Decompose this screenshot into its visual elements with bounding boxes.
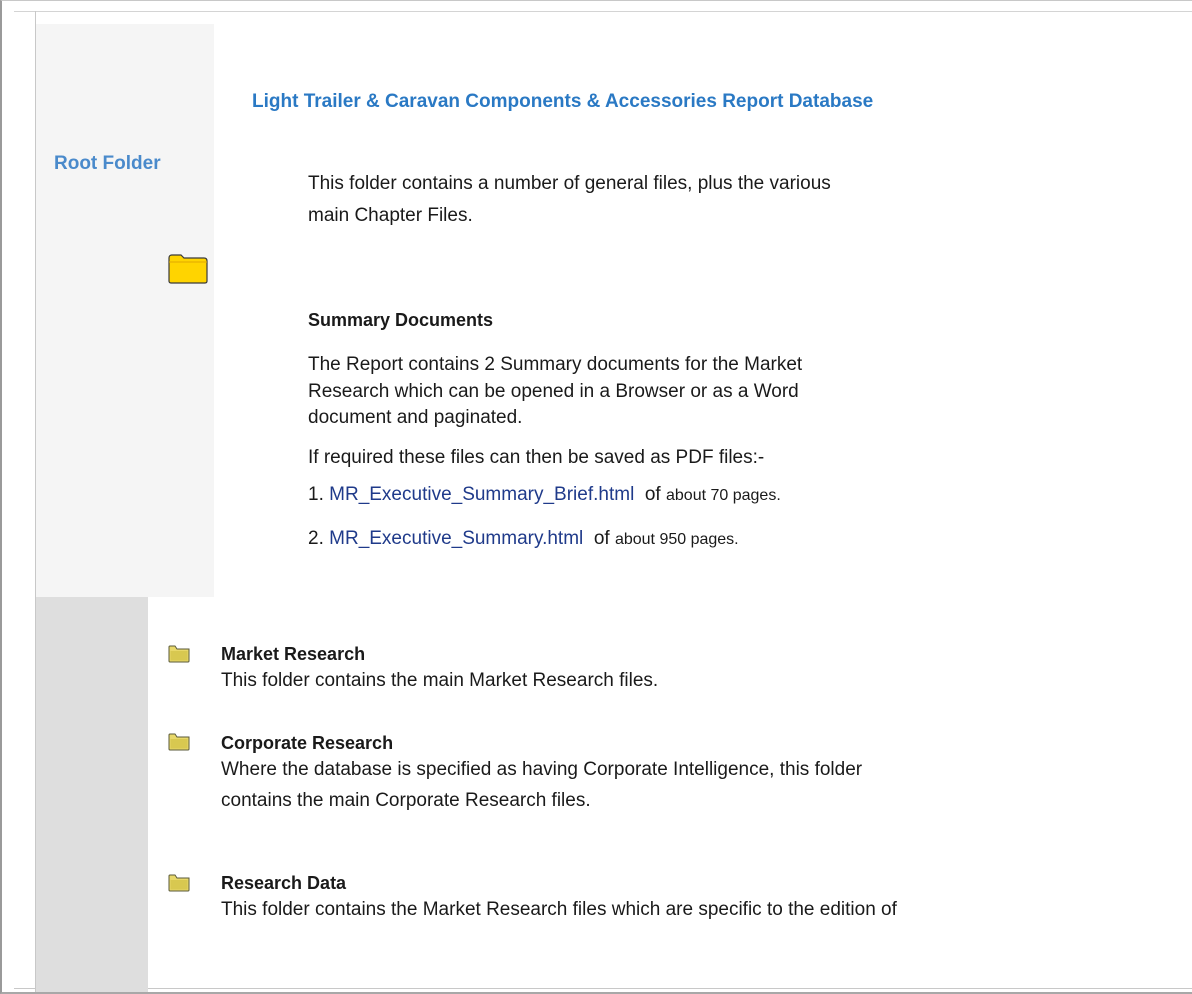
list-item: 1. MR_Executive_Summary_Brief.html of ab… — [308, 484, 781, 506]
page-title: Light Trailer & Caravan Components & Acc… — [252, 91, 874, 112]
corporate-research-desc-line-2: contains the main Corporate Research fil… — [221, 790, 591, 811]
list-item: 2. MR_Executive_Summary.html of about 95… — [308, 528, 739, 550]
folder-icon[interactable] — [168, 645, 190, 663]
page-frame: Root Folder Light Trailer & Caravan Comp… — [0, 0, 1192, 994]
frame-bottom-rule — [14, 988, 1192, 989]
summary-desc-line-1: The Report contains 2 Summary documents … — [308, 354, 803, 375]
list-pages: about 70 pages. — [666, 487, 781, 504]
list-of-word: of — [644, 484, 661, 505]
folder-icon[interactable] — [168, 733, 190, 751]
pdf-note: If required these files can then be save… — [308, 447, 765, 468]
list-number: 1. — [308, 484, 324, 505]
list-of-word: of — [593, 528, 610, 549]
market-research-desc: This folder contains the main Market Res… — [221, 670, 659, 691]
root-folder-label: Root Folder — [54, 153, 161, 174]
research-data-desc: This folder contains the Market Research… — [221, 899, 897, 920]
intro-line-1: This folder contains a number of general… — [308, 173, 831, 194]
research-data-title[interactable]: Research Data — [221, 873, 346, 894]
folder-icon — [168, 254, 208, 284]
intro-line-2: main Chapter Files. — [308, 205, 473, 226]
summary-full-link[interactable]: MR_Executive_Summary.html — [329, 528, 583, 549]
market-research-title[interactable]: Market Research — [221, 644, 365, 665]
sidebar-panel-lower — [36, 597, 148, 992]
corporate-research-desc-line-1: Where the database is specified as havin… — [221, 759, 863, 780]
frame-top-rule — [14, 11, 1192, 12]
folder-icon[interactable] — [168, 874, 190, 892]
corporate-research-title[interactable]: Corporate Research — [221, 733, 393, 754]
summary-brief-link[interactable]: MR_Executive_Summary_Brief.html — [329, 484, 634, 505]
list-number: 2. — [308, 528, 324, 549]
summary-desc-line-2: Research which can be opened in a Browse… — [308, 381, 799, 402]
list-pages: about 950 pages. — [614, 531, 739, 548]
summary-heading: Summary Documents — [308, 310, 494, 330]
summary-desc-line-3: document and paginated. — [308, 407, 523, 428]
sidebar-panel — [36, 24, 214, 597]
